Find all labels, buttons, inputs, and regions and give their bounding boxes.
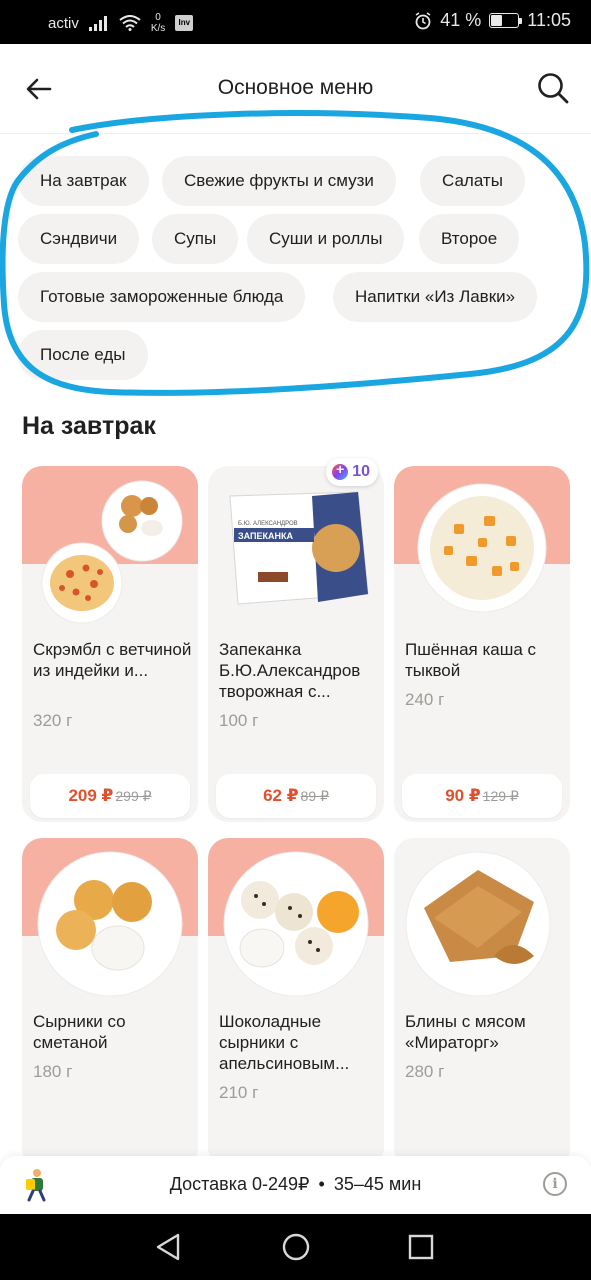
chip-fresh-fruits[interactable]: Свежие фрукты и смузи <box>162 156 396 206</box>
plus-icon <box>332 461 349 480</box>
product-card[interactable]: Блины с мясом «Мираторг» 280 г <box>394 838 570 1168</box>
product-weight: 240 г <box>405 690 445 709</box>
product-photo: Б.Ю. АЛЕКСАНДРОВ ЗАПЕКАНКА <box>229 491 369 605</box>
product-name: Запеканка Б.Ю.Александров творожная с... <box>219 640 361 701</box>
battery-percent: 41 % <box>440 10 482 30</box>
add-to-cart-button[interactable]: 209 ₽299 ₽ <box>30 774 190 818</box>
old-price: 129 ₽ <box>482 788 519 804</box>
delivery-info: Доставка 0-249₽ • 35–45 мин <box>169 1174 422 1194</box>
package-brand: Б.Ю. АЛЕКСАНДРОВ <box>238 521 298 527</box>
product-card[interactable]: Шоколадные сырники с апельсиновым... 210… <box>208 838 384 1168</box>
carrier-label: activ <box>48 14 79 32</box>
chip-salads[interactable]: Салаты <box>420 156 525 206</box>
clock: 11:05 <box>527 10 571 30</box>
page-title: Основное меню <box>217 76 374 99</box>
product-weight: 210 г <box>219 1083 259 1102</box>
chip-main-course[interactable]: Второе <box>419 214 520 264</box>
product-name: Блины с мясом «Мираторг» <box>405 1012 526 1052</box>
status-bar: activ 0 K/s Inv 41 % 11:05 <box>0 0 591 44</box>
product-photo <box>37 851 183 997</box>
product-name: Сырники со сметаной <box>33 1012 126 1052</box>
chip-sushi[interactable]: Суши и роллы <box>247 214 405 264</box>
battery-icon <box>489 13 523 28</box>
product-name: Скрэмбл с ветчиной из индейки и... <box>33 640 192 680</box>
product-name: Пшённая каша с тыквой <box>405 640 537 680</box>
nav-back-icon[interactable] <box>152 1230 186 1264</box>
alarm-icon <box>415 11 431 29</box>
network-speed: 0 K/s <box>150 12 166 34</box>
product-weight: 280 г <box>405 1062 445 1081</box>
nav-recents-icon[interactable] <box>404 1230 438 1264</box>
product-name: Шоколадные сырники с апельсиновым... <box>219 1012 350 1073</box>
app-header: Основное меню <box>0 44 591 134</box>
plus-cashback-badge: 10 <box>326 458 378 486</box>
system-nav-bar <box>0 1214 591 1280</box>
chip-breakfast[interactable]: На завтрак <box>18 156 149 206</box>
product-card[interactable]: Скрэмбл с ветчиной из индейки и... 320 г… <box>22 466 198 822</box>
old-price: 89 ₽ <box>300 788 329 804</box>
price: 209 ₽ <box>68 786 114 805</box>
chip-frozen-meals[interactable]: Готовые замороженные блюда <box>18 272 306 322</box>
product-photo <box>405 851 551 997</box>
signal-icon <box>88 16 107 31</box>
product-weight: 320 г <box>33 711 73 730</box>
add-to-cart-button[interactable]: 90 ₽129 ₽ <box>402 774 562 818</box>
add-to-cart-button[interactable]: 62 ₽89 ₽ <box>216 774 376 818</box>
product-card[interactable]: Сырники со сметаной 180 г <box>22 838 198 1168</box>
product-card[interactable]: Пшённая каша с тыквой 240 г 90 ₽129 ₽ <box>394 466 570 822</box>
old-price: 299 ₽ <box>115 788 152 804</box>
price: 90 ₽ <box>445 786 481 805</box>
category-chips: На завтрак Свежие фрукты и смузи Салаты … <box>0 134 591 389</box>
section-title: На завтрак <box>22 412 156 440</box>
product-photo <box>417 483 547 613</box>
nav-home-icon[interactable] <box>279 1230 313 1264</box>
product-photo <box>41 480 183 624</box>
nfc-icon: Inv <box>175 15 194 31</box>
chip-soups[interactable]: Супы <box>152 214 239 264</box>
info-icon[interactable]: i <box>543 1172 567 1196</box>
wifi-icon <box>119 15 141 31</box>
chip-sandwiches[interactable]: Сэндвичи <box>18 214 140 264</box>
product-weight: 100 г <box>219 711 259 730</box>
product-card[interactable]: Б.Ю. АЛЕКСАНДРОВ ЗАПЕКАНКА 10 Запеканка … <box>208 458 384 822</box>
search-icon[interactable] <box>535 70 571 106</box>
package-title: ЗАПЕКАНКА <box>238 531 293 541</box>
price: 62 ₽ <box>263 786 299 805</box>
product-photo <box>223 851 369 997</box>
product-weight: 180 г <box>33 1062 73 1081</box>
chip-after-meal[interactable]: После еды <box>18 330 148 380</box>
delivery-bar[interactable]: Доставка 0-249₽ • 35–45 мин i <box>0 1156 591 1214</box>
chip-drinks[interactable]: Напитки «Из Лавки» <box>333 272 538 322</box>
